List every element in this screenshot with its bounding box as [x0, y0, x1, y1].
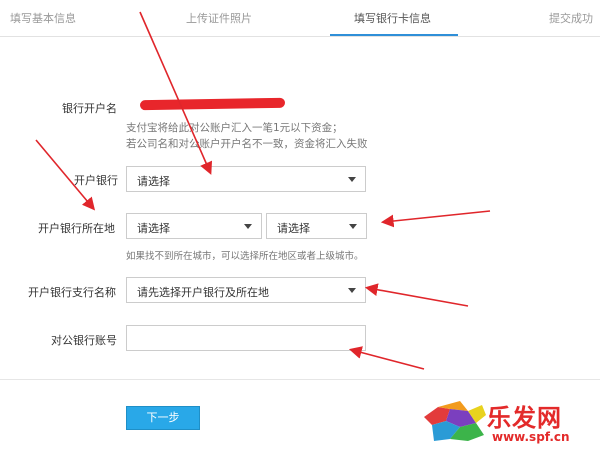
arrow-to-branch-select	[364, 283, 469, 307]
arrow-to-bank-select	[139, 11, 213, 175]
arrow-to-city-select	[380, 210, 491, 228]
arrow-to-location-label	[35, 139, 96, 211]
annotation-arrows	[35, 11, 491, 370]
arrow-to-account-input	[348, 346, 425, 370]
watermark-url: www.spf.cn	[492, 430, 570, 444]
watermark-brand: 乐发网	[487, 403, 562, 432]
bull-logo-icon	[424, 401, 486, 441]
